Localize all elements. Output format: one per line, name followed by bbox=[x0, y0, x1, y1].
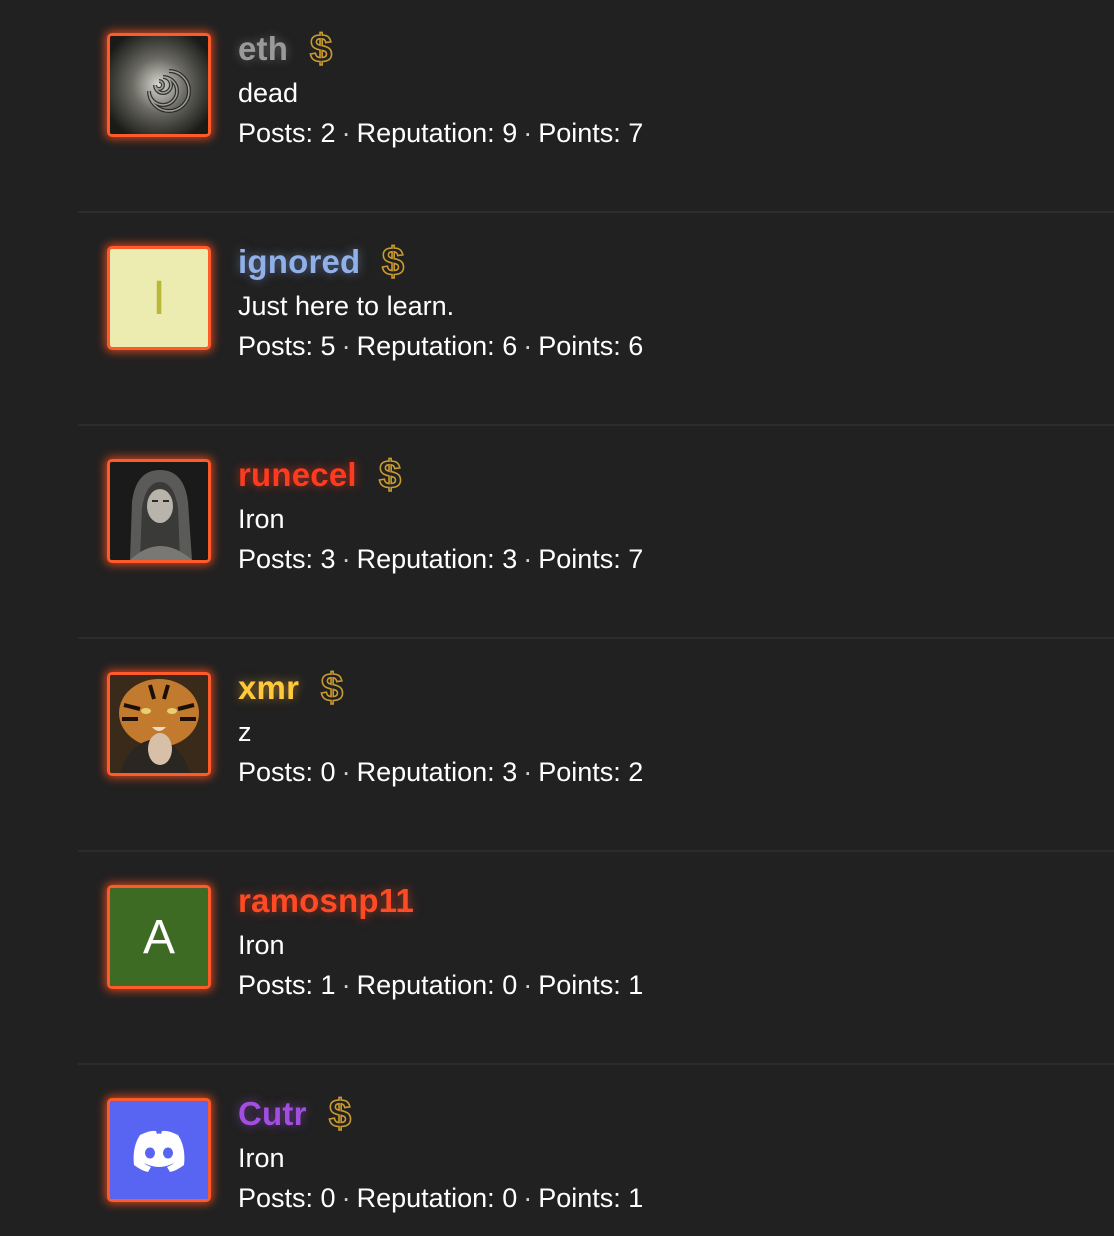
user-stats: Posts: 2 · Reputation: 9 · Points: 7 bbox=[238, 118, 644, 148]
reputation-label: Reputation: bbox=[356, 118, 495, 148]
svg-text:$: $ bbox=[321, 667, 343, 709]
points-count: 1 bbox=[628, 970, 644, 1000]
username[interactable]: runecel bbox=[238, 456, 357, 494]
points-count: 2 bbox=[628, 757, 644, 787]
member-row: xmr $ z Posts: 0 · Reputation: 3 · Points: 2 bbox=[0, 639, 1114, 852]
posts-label: Posts: bbox=[238, 1183, 314, 1213]
points-count: 6 bbox=[628, 331, 644, 361]
posts-label: Posts: bbox=[238, 544, 314, 574]
avatar[interactable] bbox=[107, 459, 211, 563]
points-count: 7 bbox=[628, 544, 644, 574]
points-count: 7 bbox=[628, 118, 644, 148]
points-label: Points: bbox=[538, 970, 621, 1000]
posts-count: 2 bbox=[320, 118, 336, 148]
hooded-figure-image bbox=[110, 462, 208, 560]
spiral-image bbox=[110, 36, 208, 134]
username[interactable]: xmr bbox=[238, 669, 299, 707]
avatar[interactable] bbox=[107, 33, 211, 137]
user-stats: Posts: 0 · Reputation: 0 · Points: 1 bbox=[238, 1183, 644, 1213]
discord-icon bbox=[110, 1101, 208, 1199]
reputation-label: Reputation: bbox=[356, 970, 495, 1000]
posts-label: Posts: bbox=[238, 118, 314, 148]
reputation-count: 9 bbox=[502, 118, 518, 148]
posts-label: Posts: bbox=[238, 757, 314, 787]
dollar-badge-icon: $ bbox=[306, 26, 336, 72]
dollar-badge-icon: $ bbox=[325, 1091, 355, 1137]
user-title: z bbox=[238, 717, 252, 747]
reputation-label: Reputation: bbox=[356, 757, 495, 787]
posts-count: 5 bbox=[320, 331, 336, 361]
reputation-count: 3 bbox=[502, 757, 518, 787]
user-title: Just here to learn. bbox=[238, 291, 455, 321]
user-stats: Posts: 5 · Reputation: 6 · Points: 6 bbox=[238, 331, 644, 361]
username[interactable]: Cutr bbox=[238, 1095, 307, 1133]
svg-text:$: $ bbox=[379, 454, 401, 496]
points-label: Points: bbox=[538, 1183, 621, 1213]
svg-text:$: $ bbox=[310, 28, 332, 70]
member-row: Cutr $ Iron Posts: 0 · Reputation: 0 · Point… bbox=[0, 1065, 1114, 1236]
member-row: I ignored $ Just here to learn. Posts: 5… bbox=[0, 213, 1114, 426]
avatar-letter: I bbox=[110, 249, 208, 347]
posts-count: 0 bbox=[320, 757, 336, 787]
reputation-count: 6 bbox=[502, 331, 518, 361]
points-label: Points: bbox=[538, 544, 621, 574]
avatar[interactable]: I bbox=[107, 246, 211, 350]
dollar-badge-icon: $ bbox=[375, 452, 405, 498]
avatar[interactable] bbox=[107, 1098, 211, 1202]
user-title: Iron bbox=[238, 930, 285, 960]
posts-label: Posts: bbox=[238, 970, 314, 1000]
points-count: 1 bbox=[628, 1183, 644, 1213]
member-row: runecel $ Iron Posts: 3 · Reputation: 3 · Po… bbox=[0, 426, 1114, 639]
reputation-label: Reputation: bbox=[356, 544, 495, 574]
username[interactable]: ramosnp11 bbox=[238, 882, 414, 920]
points-label: Points: bbox=[538, 757, 621, 787]
avatar[interactable] bbox=[107, 672, 211, 776]
member-row: A ramosnp11 Iron Posts: 1 · Reputation: 0 ·… bbox=[0, 852, 1114, 1065]
username[interactable]: eth bbox=[238, 30, 288, 68]
user-stats: Posts: 1 · Reputation: 0 · Points: 1 bbox=[238, 970, 644, 1000]
reputation-count: 3 bbox=[502, 544, 518, 574]
svg-text:$: $ bbox=[329, 1093, 351, 1135]
reputation-count: 0 bbox=[502, 970, 518, 1000]
points-label: Points: bbox=[538, 331, 621, 361]
points-label: Points: bbox=[538, 118, 621, 148]
posts-count: 1 bbox=[320, 970, 336, 1000]
member-list: eth $ dead Posts: 2 · Reputation: 9 · Points… bbox=[0, 0, 1114, 1236]
member-row: eth $ dead Posts: 2 · Reputation: 9 · Points… bbox=[0, 0, 1114, 213]
dollar-badge-icon: $ bbox=[317, 665, 347, 711]
user-title: Iron bbox=[238, 504, 285, 534]
reputation-label: Reputation: bbox=[356, 331, 495, 361]
username[interactable]: ignored bbox=[238, 243, 360, 281]
user-stats: Posts: 3 · Reputation: 3 · Points: 7 bbox=[238, 544, 644, 574]
user-title: dead bbox=[238, 78, 299, 108]
posts-count: 0 bbox=[320, 1183, 336, 1213]
tiger-image bbox=[110, 675, 208, 773]
reputation-label: Reputation: bbox=[356, 1183, 495, 1213]
avatar[interactable]: A bbox=[107, 885, 211, 989]
reputation-count: 0 bbox=[502, 1183, 518, 1213]
avatar-letter: A bbox=[110, 888, 208, 986]
user-title: Iron bbox=[238, 1143, 285, 1173]
posts-count: 3 bbox=[320, 544, 336, 574]
dollar-badge-icon: $ bbox=[378, 239, 408, 285]
svg-text:$: $ bbox=[382, 241, 404, 283]
user-stats: Posts: 0 · Reputation: 3 · Points: 2 bbox=[238, 757, 644, 787]
posts-label: Posts: bbox=[238, 331, 314, 361]
